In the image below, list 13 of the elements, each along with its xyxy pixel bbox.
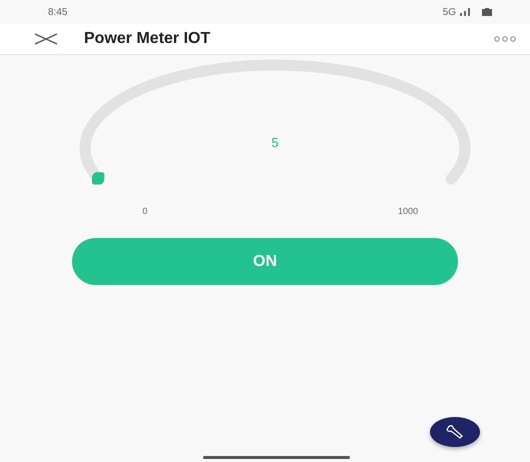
settings-button[interactable] — [430, 417, 480, 447]
app-title: Power Meter IOT — [84, 29, 210, 49]
gauge-max-label: 1000 — [398, 206, 418, 216]
battery-icon — [482, 8, 492, 16]
more-icon[interactable] — [494, 36, 516, 42]
wrench-icon — [446, 425, 464, 439]
signal-icon — [460, 8, 470, 16]
clock-time: 8:45 — [48, 6, 68, 20]
gauge-min-label: 0 — [142, 206, 148, 216]
gauge-value: 5 — [271, 135, 279, 150]
close-icon[interactable] — [34, 33, 58, 45]
network-type: 5G — [442, 6, 456, 20]
power-button[interactable]: ON — [72, 238, 458, 285]
